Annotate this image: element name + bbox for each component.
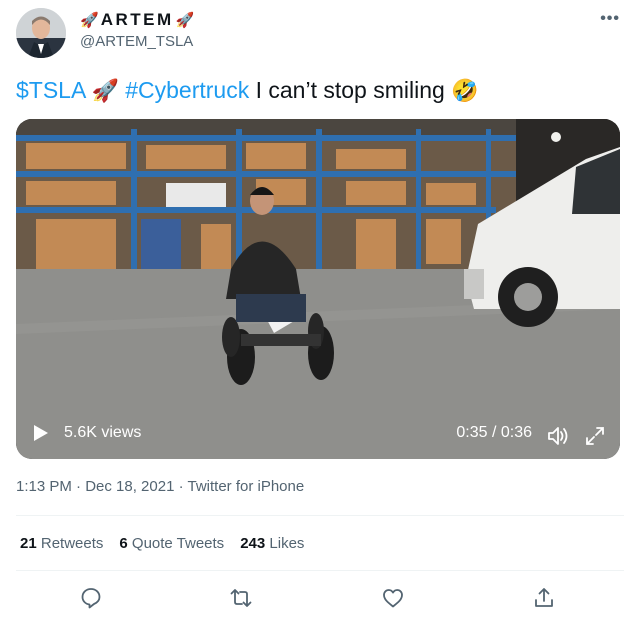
play-icon[interactable] [34,425,48,441]
cashtag-link[interactable]: $TSLA [16,77,85,103]
fullscreen-icon[interactable] [584,425,606,447]
like-icon[interactable] [381,586,405,610]
display-name-row[interactable]: 🚀 ARTEM 🚀 [80,10,194,30]
display-name[interactable]: ARTEM [101,10,174,30]
laughing-emoji: 🤣 [451,78,479,103]
share-icon[interactable] [532,586,556,610]
video-time: 0:35 / 0:36 [456,424,532,441]
profile-photo-icon [16,8,66,58]
avatar[interactable] [16,8,66,58]
divider [16,515,624,516]
retweets-stat[interactable]: 21 Retweets [20,535,103,552]
user-handle[interactable]: @ARTEM_TSLA [80,33,193,50]
engagement-stats: 21 Retweets 6 Quote Tweets 243 Likes [20,535,304,552]
video-frame [16,119,620,459]
video-player[interactable]: 5.6K views 0:35 / 0:36 [16,119,620,459]
tweet-actions [0,586,640,612]
view-count: 5.6K views [64,424,142,441]
rocket-emoji: 🚀 [91,78,119,103]
volume-icon[interactable] [546,425,570,447]
divider [16,570,624,571]
retweet-icon[interactable] [229,586,253,610]
tweet-body: I can’t stop smiling [249,77,452,103]
hashtag-link[interactable]: #Cybertruck [125,77,249,103]
quote-tweets-stat[interactable]: 6 Quote Tweets [119,535,224,552]
tweet-text: $TSLA 🚀 #Cybertruck I can’t stop smiling… [16,74,479,107]
tweet-timestamp[interactable]: 1:13 PM · Dec 18, 2021 · Twitter for iPh… [16,478,304,495]
rocket-icon: 🚀 [80,11,99,29]
likes-stat[interactable]: 243 Likes [240,535,304,552]
reply-icon[interactable] [79,586,103,610]
more-options-icon[interactable]: ••• [600,10,620,28]
rocket-icon: 🚀 [175,11,195,29]
